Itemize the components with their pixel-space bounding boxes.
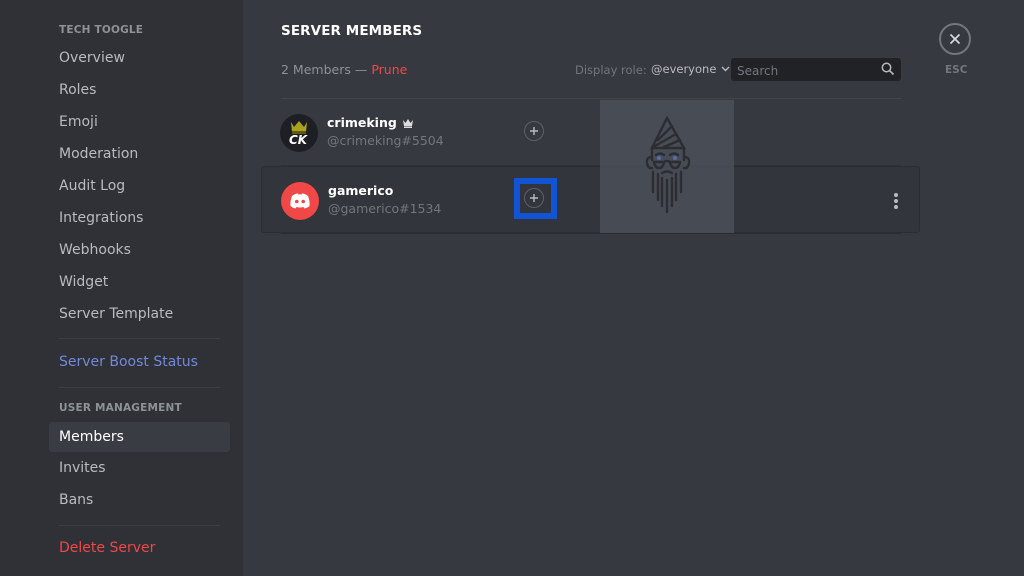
avatar — [281, 182, 319, 220]
search-input[interactable] — [731, 58, 879, 83]
sidebar-divider — [59, 387, 220, 388]
gnome-logo-icon — [645, 115, 691, 214]
avatar-initials: CK — [289, 133, 308, 147]
page-title: SERVER MEMBERS — [281, 23, 423, 39]
settings-sidebar: TECH TOOGLE Overview Roles Emoji Moderat… — [0, 0, 243, 576]
member-tag: @gamerico#1534 — [328, 201, 442, 216]
owner-crown-icon — [402, 118, 413, 128]
member-row[interactable]: gamerico @gamerico#1534 — [261, 166, 920, 233]
avatar: CK — [280, 114, 318, 152]
chevron-down-icon — [721, 66, 730, 72]
discord-logo-icon — [290, 193, 310, 209]
esc-label: ESC — [945, 64, 968, 76]
sidebar-item-roles[interactable]: Roles — [49, 75, 230, 105]
sidebar-item-widget[interactable]: Widget — [49, 267, 230, 297]
display-role-dropdown[interactable]: @everyone — [651, 62, 730, 76]
member-name: gamerico — [328, 183, 393, 198]
add-role-button[interactable] — [524, 121, 544, 141]
sidebar-item-bans[interactable]: Bans — [49, 485, 230, 515]
server-name-header: TECH TOOGLE — [59, 24, 144, 36]
watermark-overlay — [600, 100, 734, 233]
sidebar-item-server-template[interactable]: Server Template — [49, 299, 230, 329]
sidebar-item-delete-server[interactable]: Delete Server — [49, 533, 230, 563]
close-icon — [949, 33, 961, 45]
search-icon[interactable] — [881, 62, 895, 76]
sidebar-item-moderation[interactable]: Moderation — [49, 139, 230, 169]
member-name: crimeking — [327, 115, 414, 130]
sidebar-item-server-boost-status[interactable]: Server Boost Status — [49, 347, 230, 377]
display-role-label: Display role: — [575, 63, 647, 77]
more-options-icon[interactable] — [892, 191, 900, 211]
sidebar-item-emoji[interactable]: Emoji — [49, 107, 230, 137]
sidebar-item-audit-log[interactable]: Audit Log — [49, 171, 230, 201]
highlight-box — [514, 178, 557, 219]
sidebar-item-overview[interactable]: Overview — [49, 43, 230, 73]
close-button[interactable] — [939, 23, 971, 55]
sidebar-item-members[interactable]: Members — [49, 422, 230, 452]
member-row[interactable]: CK crimeking @crimeking#5504 — [261, 99, 920, 166]
prune-link[interactable]: Prune — [371, 62, 407, 77]
sidebar-item-integrations[interactable]: Integrations — [49, 203, 230, 233]
member-count: 2 Members — Prune — [281, 62, 407, 77]
sidebar-item-invites[interactable]: Invites — [49, 453, 230, 483]
member-name-text: gamerico — [328, 183, 394, 198]
member-count-text: 2 Members — [281, 62, 351, 77]
sidebar-item-webhooks[interactable]: Webhooks — [49, 235, 230, 265]
row-separator — [281, 233, 901, 234]
member-name-text: crimeking — [327, 115, 397, 130]
sidebar-divider — [59, 338, 220, 339]
plus-icon — [530, 127, 538, 135]
member-tag: @crimeking#5504 — [327, 133, 444, 148]
members-panel: SERVER MEMBERS 2 Members — Prune Display… — [243, 0, 1024, 576]
display-role-value: @everyone — [651, 62, 717, 76]
count-separator: — — [350, 62, 372, 77]
search-box — [731, 58, 901, 83]
user-management-header: USER MANAGEMENT — [59, 402, 182, 414]
sidebar-divider — [59, 525, 220, 526]
